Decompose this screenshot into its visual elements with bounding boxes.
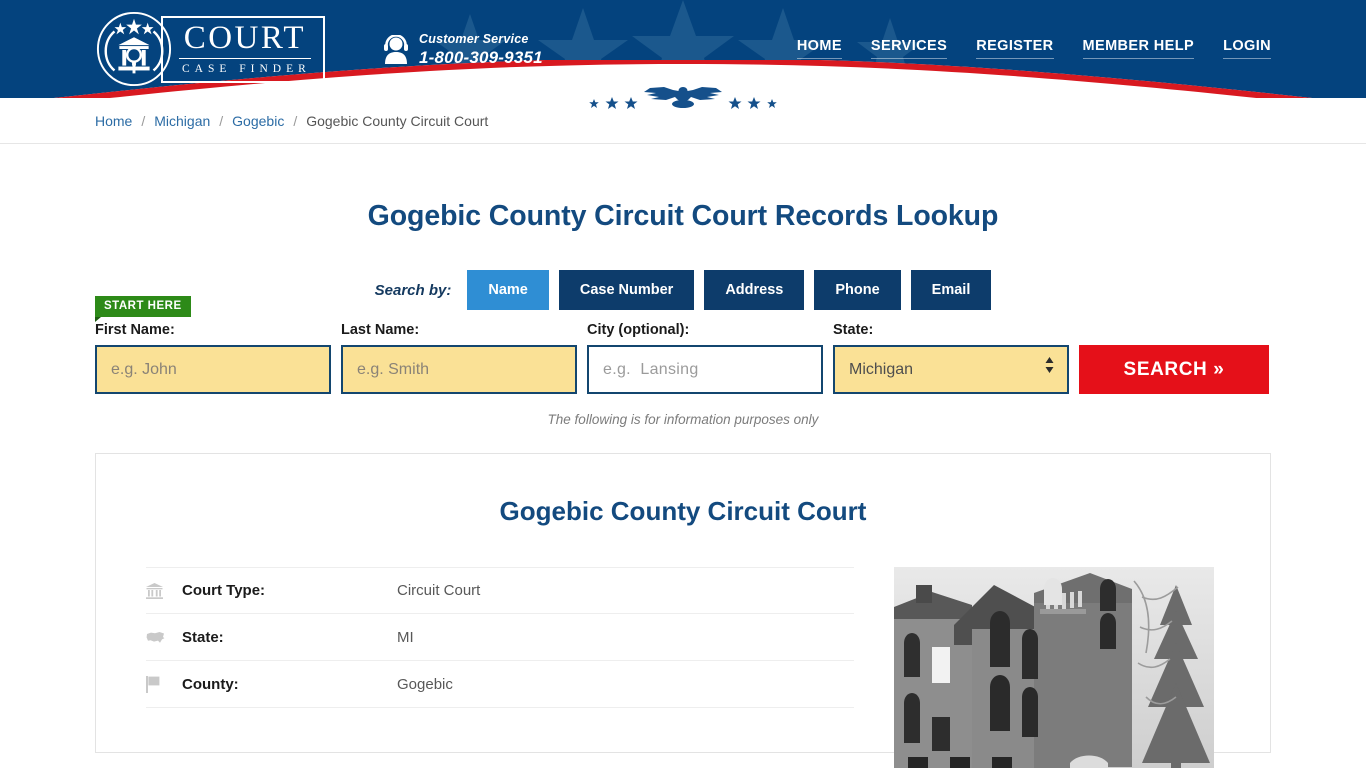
fact-key: County: [182,675,239,693]
city-input[interactable] [587,345,823,394]
tab-name[interactable]: Name [467,270,549,310]
last-name-label: Last Name: [341,322,420,338]
fact-row-court-type: Court Type: Circuit Court [146,567,854,614]
breadcrumb-item-michigan[interactable]: Michigan [154,113,210,129]
page-title: Gogebic County Circuit Court Records Loo… [367,200,999,232]
tab-address[interactable]: Address [704,270,805,310]
logo-text-box: COURT CASE FINDER [161,15,325,83]
fact-row-county: County: Gogebic [146,661,854,708]
customer-service-phone[interactable]: 1-800-309-9351 [419,48,543,68]
search-button[interactable]: SEARCH » [1079,345,1269,394]
fact-row-state: State: MI [146,614,854,661]
courthouse-photo [894,567,1214,768]
fact-value: Gogebic [397,675,453,693]
search-form: START HERE First Name: Last Name: City (… [95,296,1271,394]
first-name-input[interactable] [95,345,331,394]
state-group: State: Michigan [833,322,1069,394]
fact-key: Court Type: [182,582,266,599]
search-by-tabs: Search by: Name Case Number Address Phon… [95,270,1271,310]
headset-agent-icon [384,34,408,64]
breadcrumb-separator: / [141,113,146,129]
state-label: State: [833,322,874,338]
breadcrumb-item-current: Gogebic County Circuit Court [306,113,489,129]
right-stars-decoration [728,97,777,109]
nav-item-home[interactable]: HOME [796,38,842,59]
last-name-input[interactable] [341,345,577,394]
site-logo[interactable]: COURT CASE FINDER [95,10,325,88]
eagle-emblem-icon [644,87,722,108]
breadcrumb-separator: / [293,113,298,129]
fact-key: State: [182,628,224,646]
nav-item-login[interactable]: LOGIN [1223,38,1271,59]
main-nav: HOME SERVICES REGISTER MEMBER HELP LOGIN [796,38,1271,59]
bank-building-icon [146,582,182,599]
court-facts-table: Court Type: Circuit Court State: MI Coun… [146,567,854,768]
nav-item-register[interactable]: REGISTER [976,38,1054,59]
tab-email[interactable]: Email [910,270,992,310]
breadcrumb-item-home[interactable]: Home [95,113,132,129]
flag-icon [146,675,182,693]
search-by-label: Search by: [374,281,452,299]
breadcrumb-item-gogebic[interactable]: Gogebic [232,113,284,129]
tab-phone[interactable]: Phone [814,270,901,310]
info-note: The following is for information purpose… [547,412,819,427]
tab-case-number[interactable]: Case Number [558,270,695,310]
logo-subtitle: CASE FINDER [182,62,311,75]
first-name-group: First Name: [95,322,331,394]
left-stars-decoration [589,97,638,109]
usa-map-icon [146,631,182,644]
breadcrumb-separator: / [219,113,224,129]
nav-item-services[interactable]: SERVICES [870,38,948,59]
customer-service-label: Customer Service [419,32,529,46]
main-content: Gogebic County Circuit Court Records Loo… [95,200,1271,768]
last-name-group: Last Name: [341,322,577,394]
card-title: Gogebic County Circuit Court [499,496,867,526]
fact-value: Circuit Court [397,582,481,599]
state-select[interactable]: Michigan [833,345,1069,394]
fact-value: MI [397,628,414,646]
nav-item-member-help[interactable]: MEMBER HELP [1082,38,1195,59]
city-label: City (optional): [587,322,690,338]
logo-title: COURT [179,21,311,59]
first-name-label: First Name: [95,322,175,338]
customer-service: Customer Service 1-800-309-9351 [383,32,543,67]
start-here-badge: START HERE [95,296,191,322]
city-group: City (optional): [587,322,823,394]
court-info-card: Gogebic County Circuit Court Court Type:… [95,453,1271,768]
